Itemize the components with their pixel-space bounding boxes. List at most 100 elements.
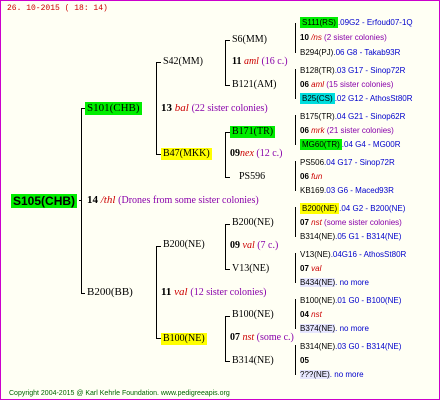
gen3-note: (12 c.) <box>256 148 283 159</box>
gen5-entry: B314(NE).05 G1 - B314(NE) <box>300 233 401 241</box>
root-queen-id[interactable]: S105(CHB) <box>11 194 78 208</box>
gen4-info: 11 aml (16 c.) <box>232 57 288 67</box>
gen4-queen-id[interactable]: B314(NE) <box>232 356 274 366</box>
bracket-line <box>295 207 296 237</box>
gen5-origin: .05 G1 - B314(NE) <box>335 232 402 241</box>
gen5-origin: .04 G2 - B200(NE) <box>339 204 406 213</box>
gen5-entry: B25(CS) .02 G12 - AthosSt80R <box>300 93 413 104</box>
gen3-note: (7 c.) <box>257 240 279 251</box>
pedigree-chart: 26. 10-2015 ( 18: 14) S105(CHB) 14 /thl … <box>0 0 440 400</box>
gen5-entry: 07 nst (some sister colonies) <box>300 219 402 227</box>
gen3-name: nex <box>240 148 254 159</box>
gen5-num: 10 <box>300 33 309 42</box>
gen5-entry: V13(NE).04G16 - AthosSt80R <box>300 251 406 259</box>
timestamp: 26. 10-2015 ( 18: 14) <box>7 4 108 13</box>
gen5-num: 06 <box>300 80 309 89</box>
sire-note: (22 sister colonies) <box>191 103 268 114</box>
gen4-queen-id[interactable]: B100(NE) <box>232 310 274 320</box>
gen4-queen-id[interactable]: S6(MM) <box>232 35 267 45</box>
gen5-entry: MG60(TR) .04 G4 - MG00R <box>300 139 400 150</box>
gen5-entry: B374(NE). no more <box>300 324 369 333</box>
dam-num: 11 <box>161 286 172 298</box>
gen5-queen-id[interactable]: B294(PJ) <box>300 48 333 57</box>
gen5-queen-id[interactable]: B25(CS) <box>300 93 335 104</box>
gen5-entry: 04 nst <box>300 311 322 319</box>
bracket-line <box>225 40 230 41</box>
gen5-origin: .09G2 - Erfoud07-1Q <box>337 18 413 27</box>
gen5-origin: .03 G6 - Maced93R <box>324 186 394 195</box>
gen5-queen-id[interactable]: MG60(TR) <box>300 139 342 150</box>
bracket-line <box>225 85 230 86</box>
bracket-line <box>295 253 296 283</box>
gen5-queen-id[interactable]: ???(NE) <box>300 370 330 379</box>
gen5-note: (15 sister colonies) <box>326 80 394 89</box>
gen4-queen-id[interactable]: PS596 <box>239 172 265 182</box>
bracket-line <box>81 108 82 294</box>
dam-note: (12 sister colonies) <box>190 287 267 298</box>
gen4-queen-id[interactable]: B200(NE) <box>232 218 274 228</box>
gen5-queen-id[interactable]: V13(NE) <box>300 250 331 259</box>
gen5-name: mrk <box>311 126 325 135</box>
gen5-note: (2 sister colonies) <box>324 33 387 42</box>
gen4-queen-id[interactable]: B171(TR) <box>230 126 276 138</box>
gen3-queen-id[interactable]: B200(NE) <box>163 240 205 250</box>
gen3-num: 07 <box>230 332 240 343</box>
gen5-queen-id[interactable]: S111(RS) <box>300 17 338 28</box>
gen5-queen-id[interactable]: B314(NE) <box>300 342 335 351</box>
gen5-entry: B200(NE) .04 G2 - B200(NE) <box>300 203 406 214</box>
gen5-entry: S111(RS) .09G2 - Erfoud07-1Q <box>300 17 413 28</box>
gen3-queen-id[interactable]: B47(MKK) <box>161 148 212 160</box>
gen5-entry: B294(PJ).06 G8 - Takab93R <box>300 49 400 57</box>
bracket-line <box>295 23 296 53</box>
sire-num: 13 <box>161 102 172 114</box>
gen5-queen-id[interactable]: B434(NE) <box>300 278 336 287</box>
gen5-num: 04 <box>300 310 309 319</box>
bracket-line <box>225 40 226 86</box>
bracket-line <box>156 62 161 63</box>
gen3-queen-id[interactable]: S42(MM) <box>163 57 203 67</box>
gen5-name: fun <box>311 172 323 181</box>
sire-queen-id[interactable]: S101(CHB) <box>85 102 142 115</box>
bracket-line <box>295 345 296 375</box>
gen3-note: (some c.) <box>256 332 294 343</box>
bracket-line <box>81 293 85 294</box>
dam-info: 11 val (12 sister colonies) <box>161 287 266 298</box>
gen5-queen-id[interactable]: B128(TR) <box>300 66 335 75</box>
gen5-entry: PS506.04 G17 - Sinop72R <box>300 159 395 167</box>
gen5-queen-id[interactable]: B200(NE) <box>300 203 340 214</box>
gen5-entry: B128(TR).03 G17 - Sinop72R <box>300 67 405 75</box>
gen4-name: aml <box>243 56 259 67</box>
gen5-entry: B175(TR).04 G21 - Sinop62R <box>300 113 405 121</box>
dam-name: val <box>174 286 188 298</box>
bracket-line <box>295 161 296 191</box>
bracket-line <box>295 115 296 145</box>
gen5-queen-id[interactable]: B175(TR) <box>300 112 335 121</box>
gen5-origin: . no more <box>335 278 369 287</box>
dam-queen-id[interactable]: B200(BB) <box>87 287 133 298</box>
gen3-queen-id[interactable]: B100(NE) <box>161 333 207 345</box>
gen5-queen-id[interactable]: KB169 <box>300 186 324 195</box>
gen5-origin: . no more <box>329 370 364 379</box>
bracket-line <box>156 246 157 339</box>
gen5-name: aml <box>311 80 325 89</box>
gen5-queen-id[interactable]: B100(NE) <box>300 296 335 305</box>
gen5-origin: .02 G12 - AthosSt80R <box>334 94 413 103</box>
gen5-entry: 06 aml (15 sister colonies) <box>300 81 393 89</box>
gen5-name: nst <box>311 310 322 319</box>
gen5-entry: 06 mrk (21 sister colonies) <box>300 127 394 135</box>
gen4-queen-id[interactable]: B121(AM) <box>232 80 276 90</box>
copyright-footer[interactable]: Copyright 2004-2015 @ Karl Kehrle Founda… <box>9 390 230 397</box>
gen5-num: 05 <box>300 356 309 365</box>
bracket-line <box>79 200 82 201</box>
gen3-info: 09 val (7 c.) <box>230 241 278 251</box>
gen5-entry: B434(NE). no more <box>300 278 369 287</box>
gen5-origin: .04 G17 - Sinop72R <box>324 158 395 167</box>
gen5-queen-id[interactable]: B374(NE) <box>300 324 336 333</box>
bracket-line <box>225 224 226 270</box>
gen3-info: 07 nst (some c.) <box>230 333 294 343</box>
gen4-queen-id[interactable]: V13(NE) <box>232 264 269 274</box>
gen5-queen-id[interactable]: B314(NE) <box>300 232 335 241</box>
bracket-line <box>225 132 226 178</box>
gen5-queen-id[interactable]: PS506 <box>300 158 324 167</box>
gen3-name: val <box>242 240 255 251</box>
